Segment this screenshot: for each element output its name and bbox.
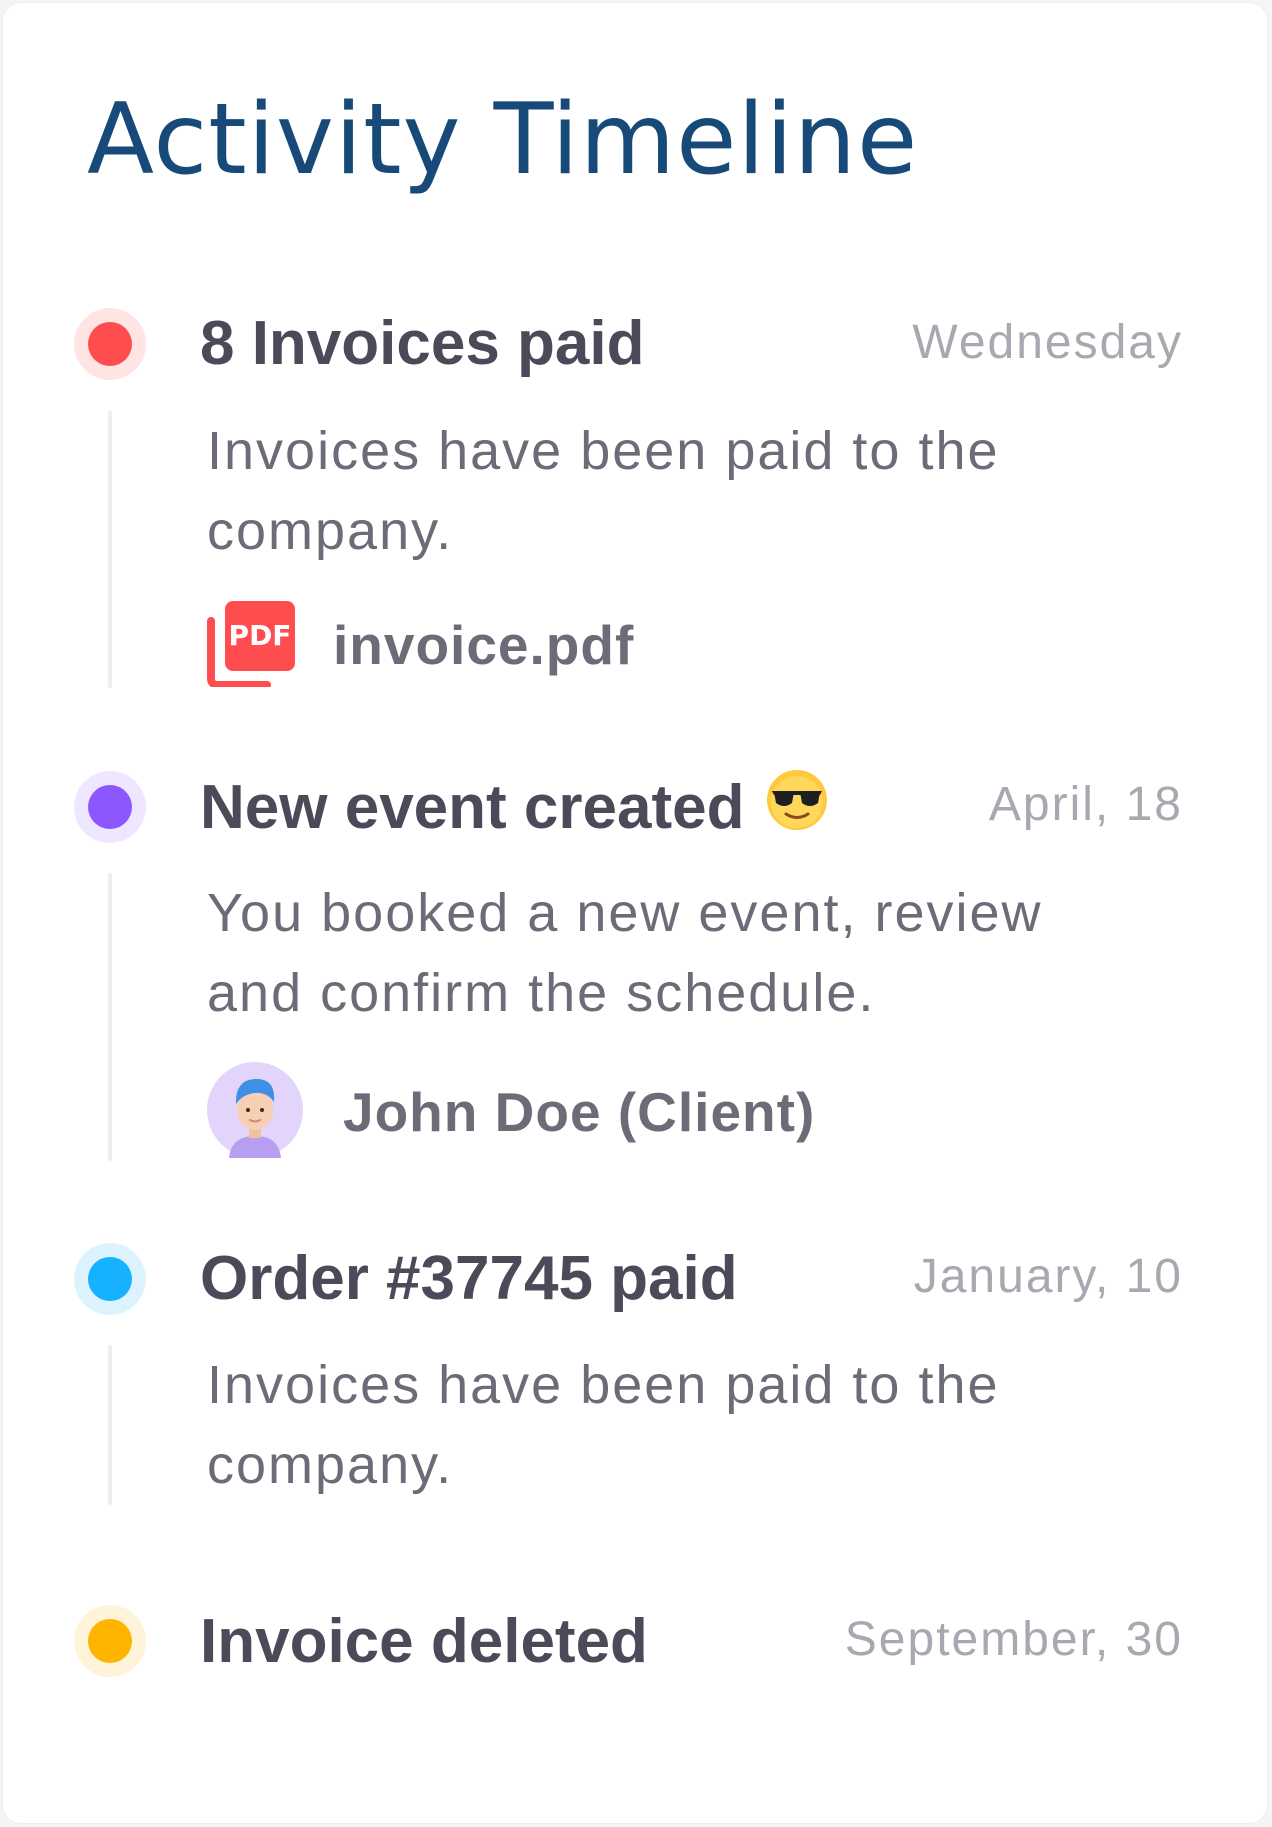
event-title: Invoice deleted [200,1607,648,1676]
event-description: Invoices have been paid to the company. [207,1355,1000,1495]
timeline-dot-blue [74,1243,146,1315]
event-title-text: New event created [200,772,745,842]
activity-timeline-card: Activity Timeline 8 Invoices paid Wednes… [3,3,1267,1823]
attachment-client[interactable]: John Doe (Client) [207,1061,816,1163]
timeline-connector [108,1345,112,1505]
pdf-file-icon: PDF [207,599,295,692]
event-title: 8 Invoices paid [200,309,645,378]
timeline-connector [108,411,112,688]
event-description: Invoices have been paid to the company. [207,421,1000,561]
svg-text:PDF: PDF [229,619,292,652]
card-title: Activity Timeline [87,83,919,197]
timeline-dot-red [74,308,146,380]
event-date: April, 18 [988,778,1183,831]
event-description: You booked a new event, review and confi… [207,883,1043,1023]
timeline-dot-purple [74,771,146,843]
event-date: Wednesday [912,316,1183,369]
attachment-invoice-pdf[interactable]: PDF invoice.pdf [207,599,635,692]
attachment-label: John Doe (Client) [343,1081,816,1143]
sunglasses-emoji-icon [766,769,828,842]
timeline-connector [108,873,112,1161]
avatar [207,1061,303,1163]
event-date: January, 10 [913,1250,1183,1303]
event-title: New event created [200,770,828,848]
attachment-label: invoice.pdf [333,614,635,676]
event-date: September, 30 [844,1613,1183,1666]
timeline-dot-orange [74,1605,146,1677]
event-title: Order #37745 paid [200,1244,738,1313]
